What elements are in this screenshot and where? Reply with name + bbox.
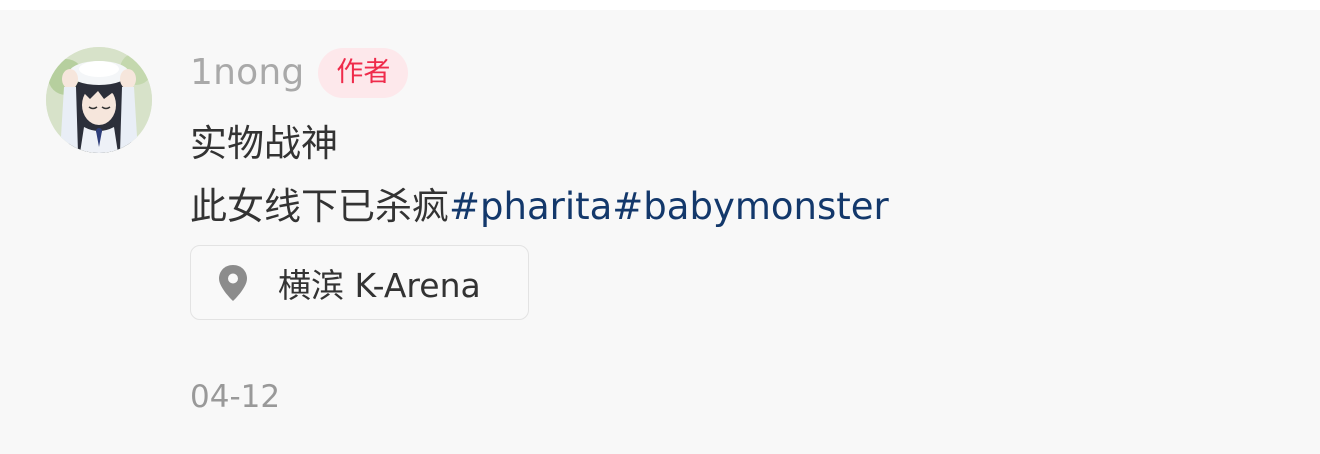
avatar-image [46,47,152,153]
comment-text-plain: 此女线下已杀疯 [190,185,449,228]
hashtag-link[interactable]: #babymonster [612,185,888,228]
avatar[interactable] [46,47,152,153]
comment-card: 1nong 作者 实物战神 此女线下已杀疯#pharita#babymonste… [0,10,1320,454]
location-chip[interactable]: 横滨 K-Arena [190,245,529,320]
comment-text-line1: 实物战神 [190,122,338,165]
author-row: 1nong 作者 [190,46,409,100]
comment-date: 04-12 [190,379,281,415]
hashtag-link[interactable]: #pharita [449,185,612,228]
location-pin-icon [219,264,247,301]
author-badge: 作者 [318,48,409,98]
username[interactable]: 1nong [190,46,304,100]
comment-text-line2: 此女线下已杀疯#pharita#babymonster [190,182,889,232]
location-name: 横滨 K-Arena [278,265,481,305]
